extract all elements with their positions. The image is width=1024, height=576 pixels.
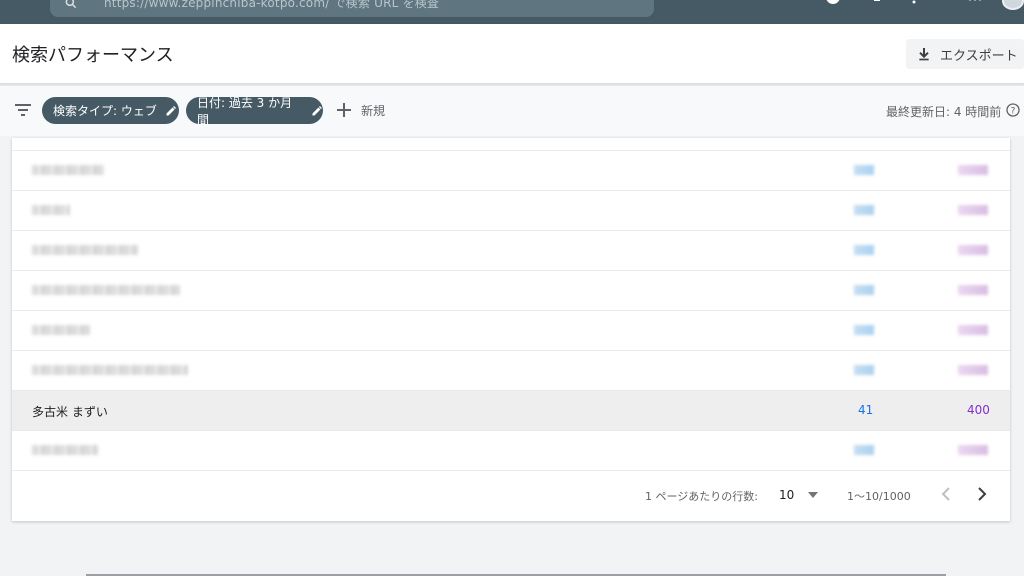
rows-per-page-value: 10 <box>779 488 795 502</box>
new-label: 新規 <box>361 103 386 118</box>
redacted-impressions <box>958 165 988 175</box>
redacted-impressions <box>958 205 988 215</box>
search-type-filter-chip[interactable]: 検索タイプ: ウェブ <box>42 97 179 124</box>
date-filter-chip[interactable]: 日付: 過去 3 か月間 <box>186 96 323 127</box>
redacted-clicks <box>854 245 874 255</box>
filter-icon[interactable] <box>14 103 32 117</box>
redacted-clicks <box>854 205 874 215</box>
table-row-partial <box>12 138 1010 151</box>
table-row[interactable] <box>12 351 1010 391</box>
chevron-right-icon[interactable] <box>976 487 988 501</box>
page-header: 検索パフォーマンス エクスポート <box>0 24 1024 84</box>
redacted-impressions <box>958 325 988 335</box>
add-filter-button[interactable]: 新規 <box>337 100 385 120</box>
people-icon[interactable] <box>864 0 882 8</box>
page-title: 検索パフォーマンス <box>12 45 174 66</box>
rows-per-page-label: 1 ページあたりの行数: <box>645 490 758 503</box>
query-cell: 多古米 まずい <box>32 405 108 419</box>
search-icon[interactable] <box>64 0 78 10</box>
chevron-left-icon[interactable] <box>940 487 952 501</box>
top-app-bar: https://www.zeppinchiba-kotpo.com/ で検索 U… <box>0 0 1024 24</box>
redacted-clicks <box>854 165 874 175</box>
queries-table-card: 多古米 まずい 41 400 1 ページあたりの行数: 10 1〜10/1000 <box>12 138 1010 521</box>
apps-grid-icon[interactable] <box>966 0 984 8</box>
edit-pencil-icon <box>166 105 176 115</box>
date-chip-label: 日付: 過去 3 か月間 <box>197 95 293 127</box>
search-input[interactable]: https://www.zeppinchiba-kotpo.com/ で検索 U… <box>104 0 439 11</box>
export-button[interactable]: エクスポート <box>906 39 1024 69</box>
redacted-query <box>32 285 180 295</box>
table-row[interactable] <box>12 191 1010 231</box>
table-pagination: 1 ページあたりの行数: 10 1〜10/1000 <box>12 473 1010 521</box>
download-icon <box>919 48 929 61</box>
redacted-query <box>32 325 90 335</box>
redacted-impressions <box>958 365 988 375</box>
redacted-query <box>32 245 138 255</box>
redacted-impressions <box>958 285 988 295</box>
redacted-clicks <box>854 445 874 455</box>
table-row[interactable] <box>12 271 1010 311</box>
redacted-clicks <box>854 325 874 335</box>
svg-text:?: ? <box>1011 107 1016 117</box>
table-row-highlighted[interactable]: 多古米 まずい 41 400 <box>12 391 1010 431</box>
help-circle-icon[interactable] <box>824 0 842 8</box>
table-row[interactable] <box>12 431 1010 471</box>
filter-bar: 検索タイプ: ウェブ 日付: 過去 3 か月間 新規 最終更新日: 4 時間前 … <box>0 86 1024 136</box>
edit-pencil-icon <box>312 105 323 115</box>
redacted-query <box>32 205 70 215</box>
redacted-clicks <box>854 365 874 375</box>
table-row[interactable] <box>12 311 1010 351</box>
help-icon[interactable]: ? <box>1006 103 1020 117</box>
page-range-text: 1〜10/1000 <box>847 490 911 503</box>
table-row[interactable] <box>12 151 1010 191</box>
redacted-impressions <box>958 445 988 455</box>
avatar[interactable] <box>1002 0 1024 10</box>
plus-icon <box>337 103 351 117</box>
search-type-chip-label: 検索タイプ: ウェブ <box>53 104 157 118</box>
redacted-query <box>32 365 188 375</box>
impressions-cell: 400 <box>967 403 990 417</box>
redacted-query <box>32 445 98 455</box>
rows-per-page-select[interactable]: 10 <box>779 485 823 505</box>
redacted-clicks <box>854 285 874 295</box>
bell-icon[interactable] <box>905 0 923 8</box>
dropdown-arrow-icon <box>808 492 819 498</box>
export-label: エクスポート <box>940 48 1018 64</box>
last-updated-text: 最終更新日: 4 時間前 <box>886 105 1002 119</box>
clicks-cell: 41 <box>858 403 874 417</box>
redacted-impressions <box>958 245 988 255</box>
redacted-query <box>32 165 104 175</box>
table-row[interactable] <box>12 231 1010 271</box>
